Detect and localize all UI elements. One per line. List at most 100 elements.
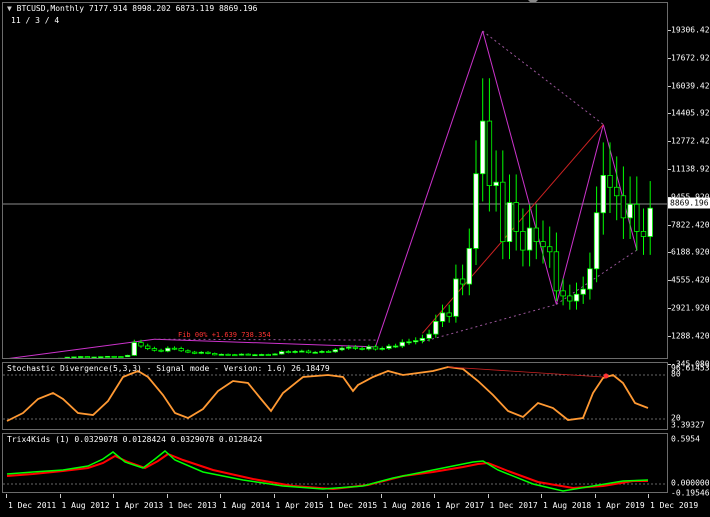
- time-tick-mark: [594, 494, 596, 498]
- candle-body: [352, 346, 359, 349]
- candle-body: [520, 231, 526, 251]
- candle-body: [567, 295, 573, 302]
- candle-body: [513, 202, 519, 232]
- candle-body: [158, 349, 164, 352]
- zigzag-line: [375, 30, 484, 348]
- divergence-marker: [603, 373, 609, 379]
- candle-body: [466, 247, 472, 285]
- candle-body: [533, 227, 539, 243]
- candle-body: [265, 354, 271, 356]
- candle-body: [459, 278, 466, 285]
- candle-body: [433, 320, 439, 335]
- candle-body: [124, 354, 131, 358]
- time-tick-mark: [59, 494, 61, 498]
- time-tick-label: 1 Apr 2015: [275, 501, 324, 510]
- time-tick-mark: [273, 494, 275, 498]
- time-tick-label: 1 Aug 2018: [543, 501, 592, 510]
- stochastic-scale[interactable]: 96.61453 80 20 3.39327: [668, 362, 710, 430]
- time-tick-mark: [6, 494, 7, 498]
- candle-body: [473, 173, 479, 249]
- candle-body: [272, 353, 278, 356]
- candle-body: [165, 347, 171, 352]
- trend-line-upper: [482, 30, 604, 125]
- time-tick-mark: [327, 494, 328, 498]
- stochastic-title: Stochastic Divergence(5,3,3) - Signal mo…: [7, 364, 330, 373]
- candle-body: [372, 346, 379, 350]
- candle-body: [245, 353, 251, 356]
- candle-body: [506, 202, 513, 243]
- candle-body: [258, 354, 265, 356]
- time-tick-label: 1 Aug 2012: [61, 501, 110, 510]
- candle-body: [640, 231, 647, 237]
- candle-body: [339, 347, 345, 351]
- candle-body: [553, 251, 560, 292]
- price-tick-label: 14405.920: [671, 108, 710, 118]
- candle-body: [205, 351, 211, 354]
- chart-symbol-icon: ▼: [7, 4, 12, 13]
- candle-body: [118, 356, 124, 358]
- time-tick-mark: [541, 494, 542, 498]
- candle-body: [392, 345, 399, 348]
- time-tick-label: 1 Apr 2017: [436, 501, 485, 510]
- candle-body: [540, 241, 546, 248]
- stochastic-pane[interactable]: Stochastic Divergence(5,3,3) - Signal mo…: [2, 362, 668, 430]
- price-chart-title: ▼ BTCUSD,Monthly 7177.914 8998.202 6873.…: [7, 4, 257, 13]
- candle-body: [359, 347, 365, 350]
- candle-body: [439, 312, 446, 322]
- price-tick-label: 2921.920: [671, 303, 710, 313]
- candle-body: [312, 351, 318, 354]
- price-tick-label: 11138.920: [671, 164, 710, 174]
- fib-annotation: Fib 00% +1.639 738.354: [178, 331, 271, 339]
- zigzag-line: [482, 30, 557, 305]
- time-tick-label: 1 Aug 2014: [222, 501, 271, 510]
- price-chart-pane[interactable]: Fib 00% +1.639 738.354 ▼ BTCUSD,Monthly …: [2, 2, 668, 359]
- candle-body: [138, 342, 144, 347]
- trix-tick-label: 0.0000000: [671, 478, 710, 488]
- candle-body: [580, 288, 586, 295]
- candle-body: [232, 354, 238, 357]
- candle-body: [600, 175, 606, 214]
- candle-body: [278, 351, 285, 355]
- candle-body: [386, 345, 392, 349]
- price-chart-canvas: Fib 00% +1.639 738.354: [3, 30, 667, 358]
- candle-body: [345, 346, 352, 349]
- candle-body: [98, 356, 104, 358]
- candle-body: [325, 351, 332, 353]
- candle-body: [587, 268, 593, 290]
- candle-body: [332, 349, 338, 353]
- candle-body: [78, 356, 84, 358]
- candle-body: [285, 351, 292, 354]
- price-scale[interactable]: 19306.420 17672.920 16039.420 14405.920 1277…: [668, 2, 710, 368]
- candle-body: [426, 333, 432, 339]
- candle-body: [319, 351, 325, 353]
- stochastic-tick-label: 80: [671, 369, 681, 379]
- candle-body: [104, 355, 111, 358]
- candle-body: [185, 350, 191, 353]
- candle-body: [486, 120, 493, 186]
- price-tick-label: 12772.420: [671, 136, 710, 146]
- stochastic-tick-label: 3.39327: [671, 420, 705, 430]
- time-tick-label: 1 Dec 2017: [489, 501, 538, 510]
- symbol-info-text: BTCUSD,Monthly 7177.914 8998.202 6873.11…: [16, 4, 258, 13]
- time-tick-label: 1 Dec 2015: [329, 501, 378, 510]
- time-axis[interactable]: 1 Dec 2011 1 Aug 2012 1 Apr 2013 1 Dec 2013…: [2, 494, 698, 517]
- time-tick-label: 1 Dec 2011: [8, 501, 57, 510]
- candle-body: [305, 350, 312, 354]
- trix-pane[interactable]: Trix4Kids (1) 0.0329078 0.0128424 0.0329…: [2, 433, 668, 493]
- candle-body: [446, 312, 452, 317]
- price-tick-label: 6188.920: [671, 247, 710, 257]
- price-tick-label: 4555.420: [671, 275, 710, 285]
- time-tick-mark: [487, 494, 489, 498]
- candle-body: [547, 246, 553, 253]
- candle-body: [218, 353, 225, 356]
- candle-body: [84, 356, 91, 358]
- time-tick-mark: [434, 494, 435, 498]
- time-tick-mark: [220, 494, 221, 498]
- candle-body: [607, 175, 613, 188]
- candle-body: [399, 341, 405, 347]
- candle-body: [647, 207, 653, 237]
- price-tick-label: 16039.420: [671, 81, 710, 91]
- trix-scale[interactable]: 0.5954 0.0000000-0.1954658: [668, 433, 710, 498]
- price-tick-label: 7822.420: [671, 220, 710, 230]
- candle-body: [178, 348, 184, 352]
